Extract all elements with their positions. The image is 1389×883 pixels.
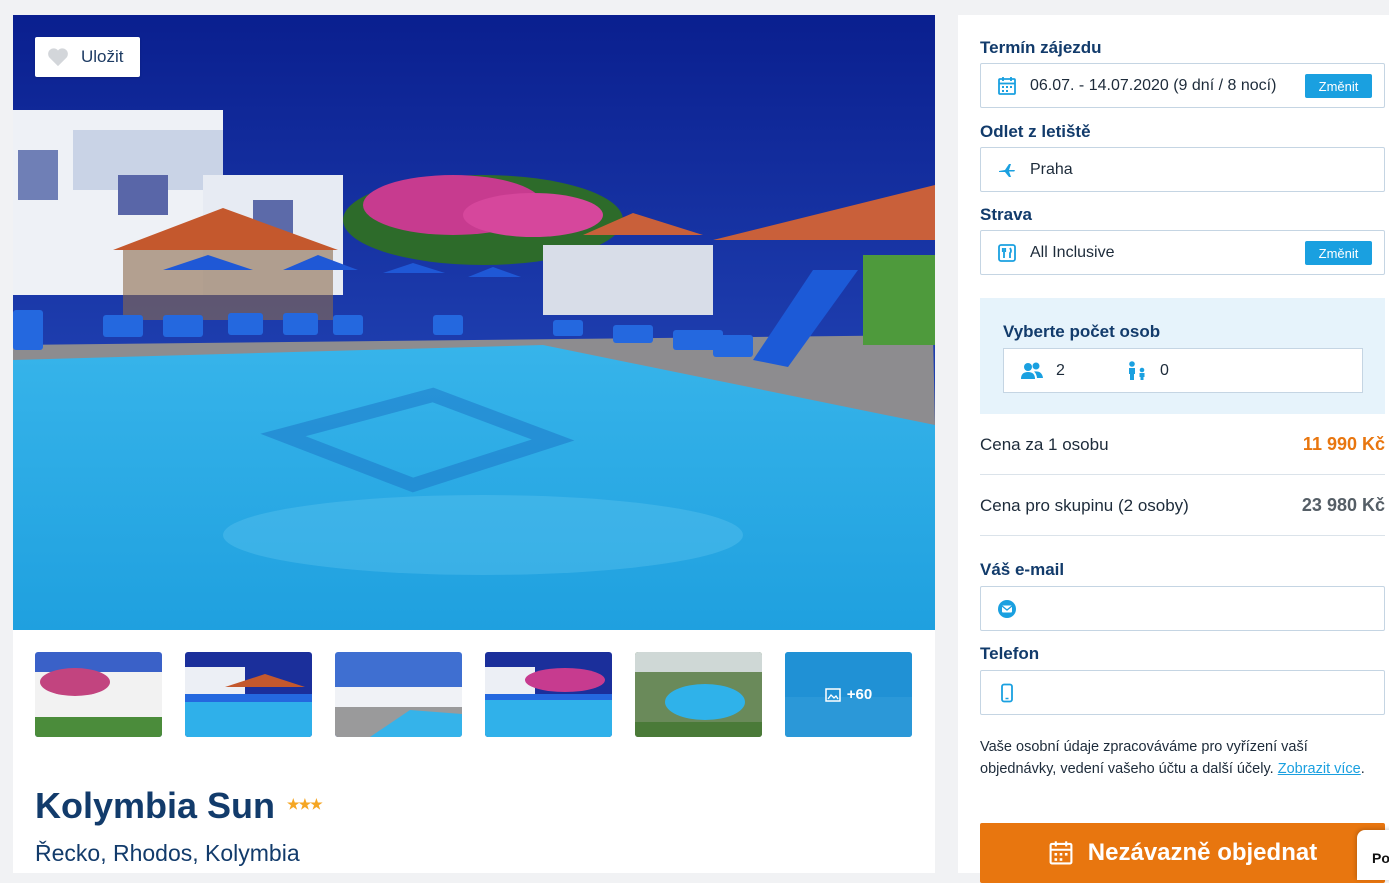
thumbnail-2[interactable] <box>185 652 312 737</box>
term-label: Termín zájezdu <box>980 38 1102 57</box>
consent-text: Vaše osobní údaje zpracováváme pro vyříz… <box>980 739 1308 777</box>
price-per-person-label: Cena za 1 osobu <box>980 434 1109 454</box>
phone-field[interactable] <box>980 670 1385 715</box>
phone-icon <box>1001 683 1013 702</box>
price-group-label: Cena pro skupinu (2 osoby) <box>980 495 1189 515</box>
more-photos-count: +60 <box>846 686 873 703</box>
gallery-icon <box>825 687 841 702</box>
calendar-icon <box>1049 841 1073 865</box>
calendar-icon <box>998 76 1016 95</box>
hotel-main-photo[interactable]: Uložit <box>13 15 935 630</box>
thumbnail-more[interactable]: +60 <box>785 652 912 737</box>
adults-icon <box>1021 362 1043 379</box>
adults-count: 2 <box>1056 361 1065 379</box>
email-label: Váš e-mail <box>980 560 1065 579</box>
child-icon <box>1129 360 1145 380</box>
children-selector[interactable]: 0 <box>1126 360 1226 381</box>
board-label: Strava <box>980 205 1032 224</box>
thumbnail-5[interactable] <box>635 652 762 737</box>
order-label: Nezávazně objednat <box>1087 839 1318 866</box>
airport-label: Odlet z letiště <box>980 122 1091 141</box>
persons-field[interactable]: 2 0 <box>1003 348 1363 393</box>
change-board-button[interactable]: Změnit <box>1305 241 1372 265</box>
adults-selector[interactable]: 2 <box>1020 362 1120 380</box>
hotel-name: Kolymbia Sun <box>35 785 276 826</box>
term-field[interactable]: 06.07. - 14.07.2020 (9 dní / 8 nocí) Změ… <box>980 63 1385 108</box>
airport-value: Praha <box>1030 160 1073 178</box>
term-value: 06.07. - 14.07.2020 (9 dní / 8 nocí) <box>1030 76 1277 94</box>
star-rating: ★★★ <box>287 795 323 812</box>
more-photos-overlay: +60 <box>785 652 912 737</box>
thumbnail-1[interactable] <box>35 652 162 737</box>
email-field[interactable] <box>980 586 1385 631</box>
thumbnail-4[interactable] <box>485 652 612 737</box>
email-icon <box>998 599 1016 618</box>
booking-panel: Termín zájezdu 06.07. - 14.07.2020 (9 dn… <box>958 15 1389 883</box>
airport-field[interactable]: Praha <box>980 147 1385 192</box>
persons-selector: Vyberte počet osob 2 0 <box>980 298 1385 414</box>
price-per-person-row: Cena za 1 osobu 11 990 Kč <box>980 434 1385 455</box>
board-field[interactable]: All Inclusive Změnit <box>980 230 1385 275</box>
price-group-value: 23 980 Kč <box>1301 495 1385 515</box>
privacy-consent: Vaše osobní údaje zpracováváme pro vyříz… <box>980 739 1365 777</box>
order-button[interactable]: Nezávazně objednat <box>980 823 1385 883</box>
price-group-row: Cena pro skupinu (2 osoby) 23 980 Kč <box>980 495 1385 516</box>
hotel-gallery-panel: Uložit +60 Kolymbia Sun ★★★ Řecko, Rhodo… <box>13 15 935 873</box>
price-per-person-value: 11 990 Kč <box>1302 434 1385 454</box>
thumbnail-strip: +60 <box>35 652 912 737</box>
divider <box>980 474 1385 475</box>
heart-icon <box>48 48 68 67</box>
save-label: Uložit <box>81 47 124 66</box>
cutlery-icon <box>998 243 1016 262</box>
board-value: All Inclusive <box>1030 243 1115 261</box>
change-term-button[interactable]: Změnit <box>1305 74 1372 98</box>
children-count: 0 <box>1160 361 1169 379</box>
hotel-location: Řecko, Rhodos, Kolymbia <box>35 840 300 866</box>
plane-icon <box>999 163 1015 177</box>
persons-title: Vyberte počet osob <box>1003 322 1161 341</box>
show-more-link[interactable]: Zobrazit více <box>1278 761 1361 777</box>
phone-label: Telefon <box>980 644 1040 663</box>
save-button[interactable]: Uložit <box>35 37 140 77</box>
divider <box>980 535 1385 536</box>
thumbnail-3[interactable] <box>335 652 462 737</box>
hotel-title: Kolymbia Sun ★★★ <box>35 785 323 827</box>
